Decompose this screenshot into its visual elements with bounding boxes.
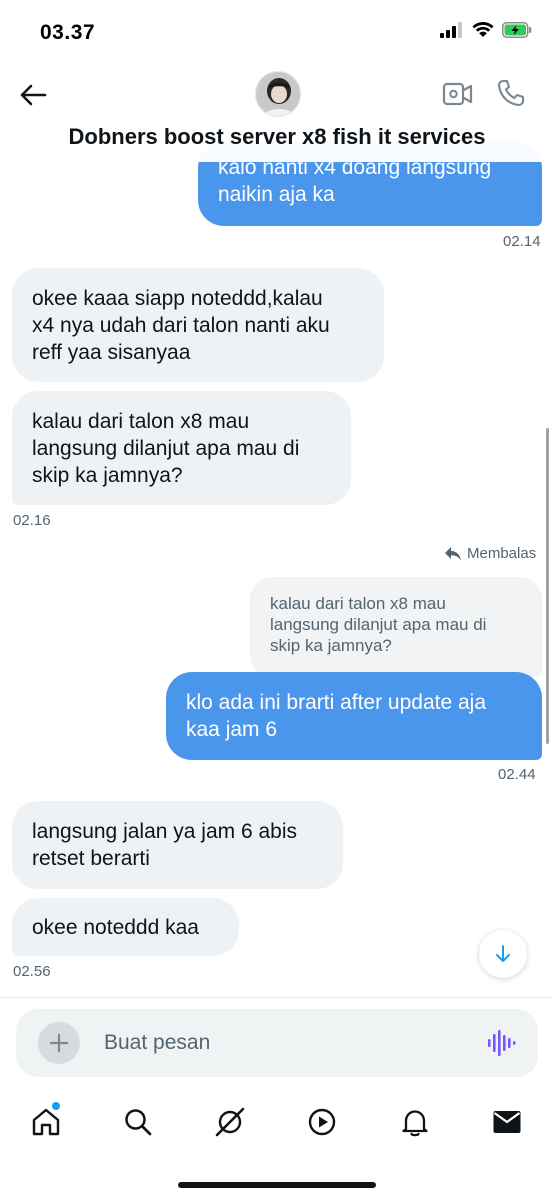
message-line: skip ka jamnya? [32,463,183,487]
phone-call-button[interactable] [496,78,526,108]
message-bubble-incoming[interactable]: kalau dari talon x8 mau langsung dilanju… [12,391,351,505]
message-line: kaa jam 6 [186,718,278,741]
video-call-icon [442,82,473,106]
reply-label-text: Membalas [467,545,537,562]
message-input[interactable] [104,1023,464,1063]
message-timestamp: 02.44 [498,766,536,783]
quoted-line: kalau dari talon x8 mau [270,594,446,613]
message-line: okee kaaa siapp noteddd,kalau [32,286,323,310]
home-icon [32,1108,60,1136]
nav-messages[interactable] [489,1104,525,1140]
add-attachment-button[interactable] [38,1022,80,1064]
grok-icon [215,1107,245,1137]
notification-dot [52,1102,60,1110]
play-icon [308,1108,336,1136]
reply-arrow-icon [445,546,461,560]
avatar-image [256,72,300,116]
message-bubble-outgoing[interactable]: klo ada ini brarti after update aja kaa … [166,672,542,760]
nav-video[interactable] [304,1104,340,1140]
envelope-icon [493,1111,521,1133]
composer-divider [0,997,554,998]
home-indicator[interactable] [178,1182,376,1188]
quoted-line: skip ka jamnya? [270,636,392,655]
message-composer [16,1009,538,1077]
message-line: naikin aja ka [218,183,335,206]
message-line: langsung jalan ya jam 6 abis [32,820,298,843]
bottom-navigation [0,1094,554,1154]
message-bubble-incoming[interactable]: okee kaaa siapp noteddd,kalau x4 nya uda… [12,268,384,382]
status-icons [440,22,532,38]
cellular-signal-icon [440,22,462,38]
voice-message-button[interactable] [486,1029,516,1057]
nav-home[interactable] [28,1102,64,1140]
nav-notifications[interactable] [397,1104,433,1140]
video-call-button[interactable] [442,80,474,108]
message-line: klo ada ini brarti after update aja [186,691,487,714]
status-bar: 03.37 [0,0,554,64]
back-button[interactable] [18,80,48,110]
phone-call-icon [497,79,525,107]
message-bubble-incoming[interactable]: okee noteddd kaa [12,898,239,956]
nav-search[interactable] [120,1104,156,1140]
message-bubble-incoming[interactable]: langsung jalan ya jam 6 abis retset bera… [12,801,343,889]
message-line: kalau dari talon x8 mau [32,409,250,433]
battery-charging-icon [502,22,532,38]
conversation-header: Dobners boost server x8 fish it services [0,64,554,162]
arrow-left-icon [20,84,47,106]
search-icon [125,1109,152,1136]
status-time: 03.37 [40,21,96,44]
scrollbar[interactable] [546,428,549,744]
plus-icon [49,1033,69,1053]
message-timestamp: 02.16 [13,512,51,529]
message-timestamp: 02.14 [503,233,541,250]
quoted-message[interactable]: kalau dari talon x8 mau langsung dilanju… [250,577,542,677]
message-line: x4 nya udah dari talon nanti aku [32,313,330,337]
nav-grok[interactable] [212,1104,248,1140]
message-line: okee noteddd kaa [32,915,199,939]
bell-icon [402,1110,428,1137]
quoted-line: langsung dilanjut apa mau di [270,615,487,634]
wifi-icon [472,22,494,37]
message-line: reff yaa sisanyaa [32,340,191,364]
message-line: langsung dilanjut apa mau di [32,436,300,460]
reply-indicator: Membalas [444,545,536,562]
voice-waveform-icon [488,1030,516,1056]
jump-to-latest-button[interactable] [479,930,527,978]
message-timestamp: 02.56 [13,963,51,980]
arrow-down-icon [496,945,510,962]
avatar[interactable] [255,71,301,117]
conversation-title: Dobners boost server x8 fish it services [68,124,486,149]
message-line: retset berarti [32,847,150,870]
